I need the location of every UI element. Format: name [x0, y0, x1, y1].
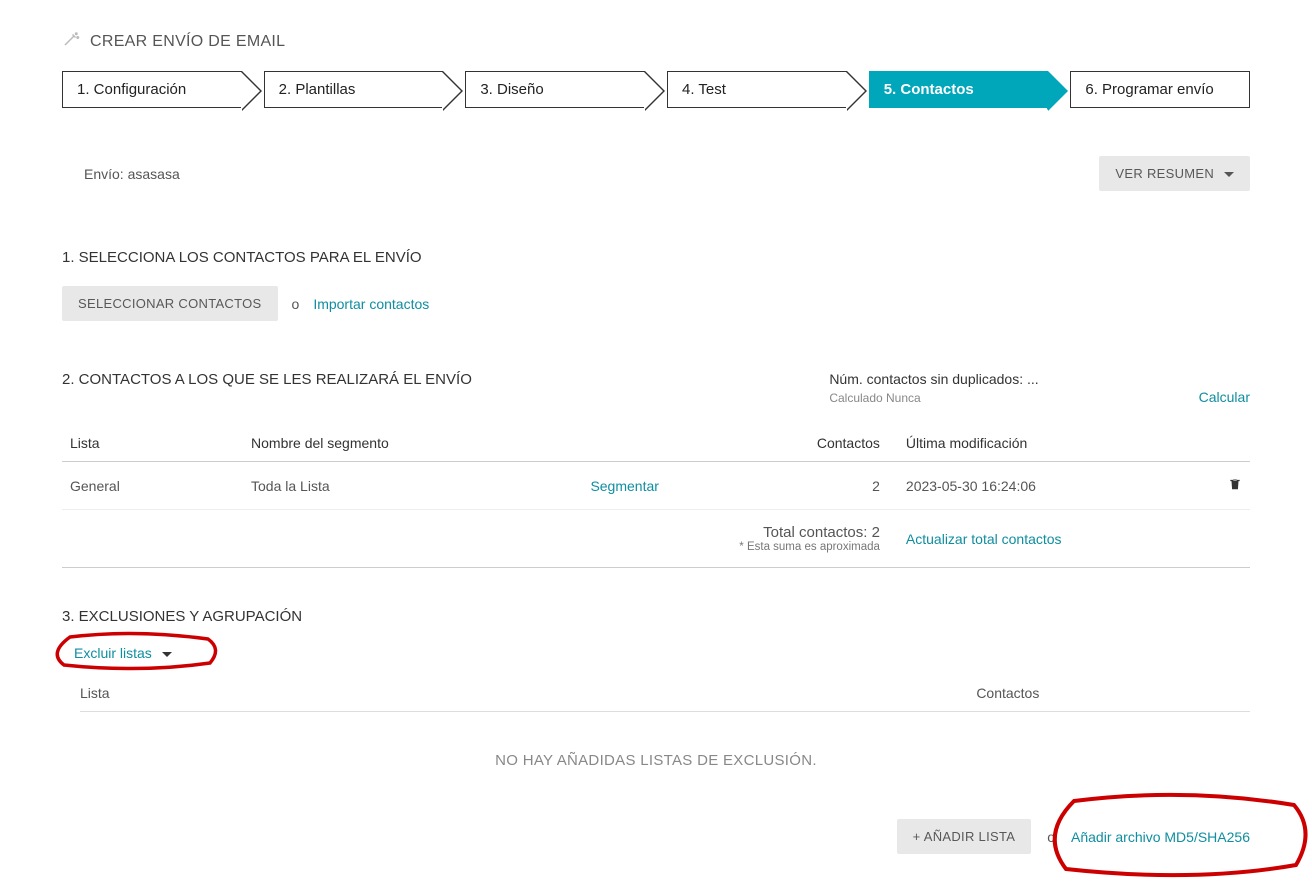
section1-heading: 1. SELECCIONA LOS CONTACTOS PARA EL ENVÍ…: [62, 249, 1250, 266]
section2-header: 2. CONTACTOS A LOS QUE SE LES REALIZARÁ …: [62, 371, 1250, 405]
step-configuracion[interactable]: 1. Configuración: [62, 71, 242, 108]
col-contactos: Contactos: [741, 425, 888, 462]
col-segmento: Nombre del segmento: [243, 425, 582, 462]
section2-num-contacts: Núm. contactos sin duplicados: ... Calcu…: [829, 371, 1038, 405]
calcular-link[interactable]: Calcular: [1199, 389, 1250, 405]
cell-lista: General: [62, 462, 243, 510]
exclusion-actions: + AÑADIR LISTA o Añadir archivo MD5/SHA2…: [62, 819, 1250, 854]
anadir-lista-button[interactable]: + AÑADIR LISTA: [897, 819, 1032, 854]
col-actions: [1205, 425, 1250, 462]
or-separator: o: [292, 296, 300, 312]
segmentar-link[interactable]: Segmentar: [590, 478, 658, 494]
excluir-listas-dropdown[interactable]: Excluir listas: [74, 645, 172, 661]
trash-icon[interactable]: [1228, 479, 1242, 495]
table-row: General Toda la Lista Segmentar 2 2023-0…: [62, 462, 1250, 510]
exclusion-table: Lista Contactos: [80, 675, 1250, 712]
ver-resumen-button[interactable]: VER RESUMEN: [1099, 156, 1250, 191]
step-plantillas[interactable]: 2. Plantillas: [264, 71, 444, 108]
importar-contactos-link[interactable]: Importar contactos: [313, 296, 429, 312]
cell-contactos: 2: [741, 462, 888, 510]
totals-row: Total contactos: 2 * Esta suma es aproxi…: [62, 510, 1250, 568]
exclusion-empty-message: NO HAY AÑADIDAS LISTAS DE EXCLUSIÓN.: [62, 752, 1250, 769]
section3-heading: 3. EXCLUSIONES Y AGRUPACIÓN: [62, 608, 1250, 625]
col-ultima: Última modificación: [888, 425, 1205, 462]
section2-heading: 2. CONTACTOS A LOS QUE SE LES REALIZARÁ …: [62, 371, 472, 405]
cell-ultima: 2023-05-30 16:24:06: [888, 462, 1205, 510]
step-diseno[interactable]: 3. Diseño: [465, 71, 645, 108]
chevron-down-icon: [1224, 172, 1234, 177]
annotation-circle: [50, 631, 222, 671]
actualizar-total-link[interactable]: Actualizar total contactos: [906, 531, 1062, 547]
page-header: CREAR ENVÍO DE EMAIL: [62, 30, 1250, 53]
excl-col-contactos: Contactos: [116, 675, 1250, 712]
wand-icon: [62, 30, 80, 53]
contacts-table: Lista Nombre del segmento Contactos Últi…: [62, 425, 1250, 568]
wizard-stepper: 1. Configuración 2. Plantillas 3. Diseño…: [62, 71, 1250, 108]
cell-segmento: Toda la Lista: [243, 462, 582, 510]
col-segmentar: [582, 425, 740, 462]
step-test[interactable]: 4. Test: [667, 71, 847, 108]
envio-row: Envío: asasasa VER RESUMEN: [62, 156, 1250, 191]
step-programar-envio[interactable]: 6. Programar envío: [1070, 71, 1250, 108]
seleccionar-contactos-button[interactable]: SELECCIONAR CONTACTOS: [62, 286, 278, 321]
section1-actions: SELECCIONAR CONTACTOS o Importar contact…: [62, 286, 1250, 321]
envio-name: Envío: asasasa: [84, 166, 180, 182]
step-contactos[interactable]: 5. Contactos: [869, 71, 1049, 108]
page-title: CREAR ENVÍO DE EMAIL: [90, 33, 285, 51]
excl-col-lista: Lista: [80, 675, 116, 712]
annotation-circle: [1044, 791, 1312, 881]
col-lista: Lista: [62, 425, 243, 462]
